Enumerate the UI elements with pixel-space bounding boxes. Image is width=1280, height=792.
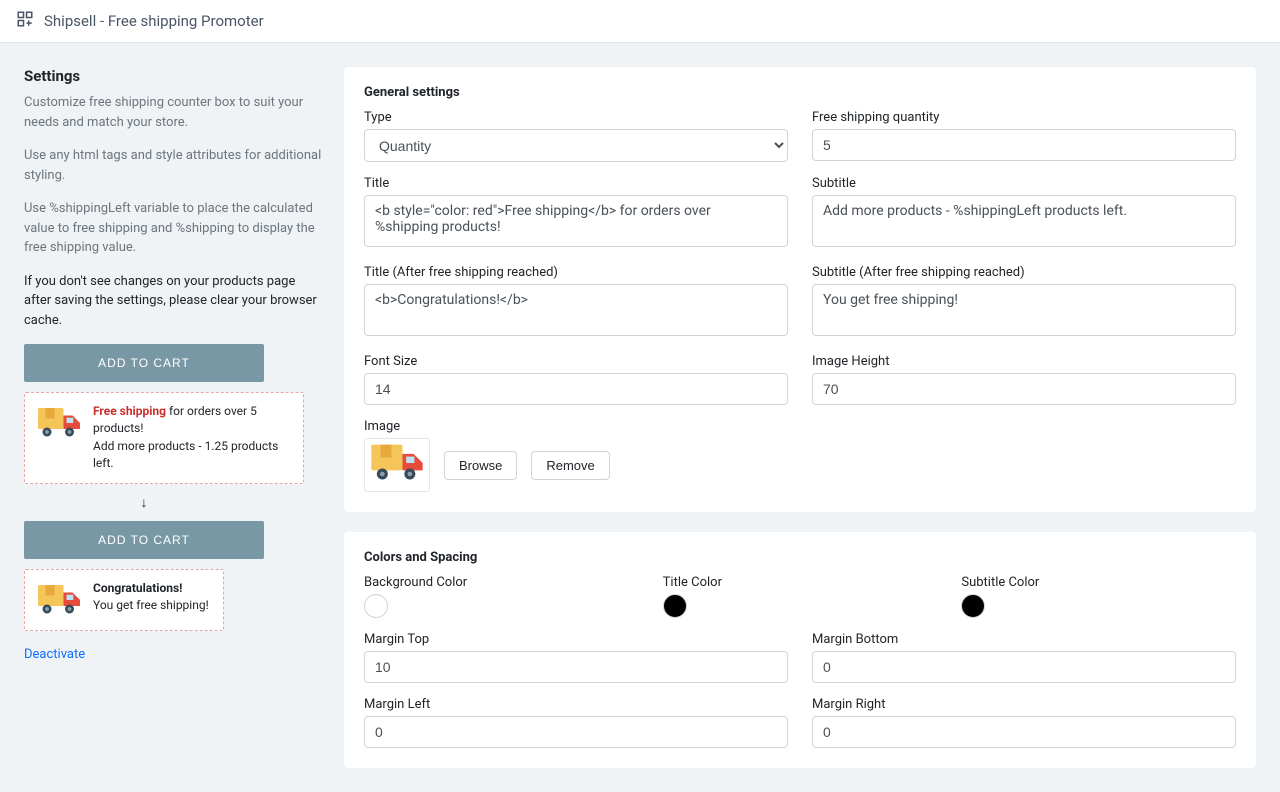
mbottom-label: Margin Bottom	[812, 632, 1236, 647]
subtitlecolor-swatch[interactable]	[961, 594, 985, 618]
title-input[interactable]: <b style="color: red">Free shipping</b> …	[364, 195, 788, 247]
arrow-down-icon: ↓	[24, 494, 264, 511]
imgheight-label: Image Height	[812, 354, 1236, 369]
subtitle-after-input[interactable]: You get free shipping!	[812, 284, 1236, 336]
mright-input[interactable]	[812, 716, 1236, 748]
truck-icon	[35, 403, 83, 443]
preview-before: Free shipping for orders over 5 products…	[24, 392, 304, 484]
subtitlecolor-label: Subtitle Color	[961, 575, 1236, 590]
remove-button[interactable]: Remove	[531, 451, 609, 480]
mtop-input[interactable]	[364, 651, 788, 683]
bgcolor-swatch[interactable]	[364, 594, 388, 618]
type-label: Type	[364, 110, 788, 125]
fontsize-input[interactable]	[364, 373, 788, 405]
bgcolor-label: Background Color	[364, 575, 639, 590]
app-grid-icon	[16, 10, 34, 32]
title-label: Title	[364, 176, 788, 191]
general-settings-card: General settings Type Quantity Free ship…	[344, 67, 1256, 512]
mleft-input[interactable]	[364, 716, 788, 748]
colors-heading: Colors and Spacing	[364, 550, 1236, 565]
browse-button[interactable]: Browse	[444, 451, 517, 480]
settings-desc-3: Use %shippingLeft variable to place the …	[24, 199, 324, 258]
add-to-cart-button[interactable]: ADD TO CART	[24, 344, 264, 382]
settings-desc-2: Use any html tags and style attributes f…	[24, 146, 324, 185]
qty-label: Free shipping quantity	[812, 110, 1236, 125]
mright-label: Margin Right	[812, 697, 1236, 712]
mbottom-input[interactable]	[812, 651, 1236, 683]
title-after-label: Title (After free shipping reached)	[364, 265, 788, 280]
settings-heading: Settings	[24, 67, 324, 85]
image-label: Image	[364, 419, 1236, 434]
mtop-label: Margin Top	[364, 632, 788, 647]
preview-after-text: Congratulations! You get free shipping!	[93, 580, 209, 615]
preview-before-text: Free shipping for orders over 5 products…	[93, 403, 293, 473]
qty-input[interactable]	[812, 129, 1236, 161]
subtitle-after-label: Subtitle (After free shipping reached)	[812, 265, 1236, 280]
mleft-label: Margin Left	[364, 697, 788, 712]
titlecolor-swatch[interactable]	[663, 594, 687, 618]
titlecolor-label: Title Color	[663, 575, 938, 590]
sidebar: Settings Customize free shipping counter…	[24, 67, 324, 662]
general-heading: General settings	[364, 85, 1236, 100]
type-select[interactable]: Quantity	[364, 129, 788, 162]
subtitle-label: Subtitle	[812, 176, 1236, 191]
settings-desc-4: If you don't see changes on your product…	[24, 272, 324, 331]
colors-spacing-card: Colors and Spacing Background Color Titl…	[344, 532, 1256, 768]
fontsize-label: Font Size	[364, 354, 788, 369]
page-title: Shipsell - Free shipping Promoter	[44, 12, 264, 30]
imgheight-input[interactable]	[812, 373, 1236, 405]
title-after-input[interactable]: <b>Congratulations!</b>	[364, 284, 788, 336]
truck-icon	[35, 580, 83, 620]
add-to-cart-button-2[interactable]: ADD TO CART	[24, 521, 264, 559]
preview-after: Congratulations! You get free shipping!	[24, 569, 224, 631]
topbar: Shipsell - Free shipping Promoter	[0, 0, 1280, 43]
deactivate-link[interactable]: Deactivate	[24, 647, 85, 662]
truck-icon	[367, 441, 427, 485]
settings-desc-1: Customize free shipping counter box to s…	[24, 93, 324, 132]
subtitle-input[interactable]: Add more products - %shippingLeft produc…	[812, 195, 1236, 247]
image-thumb	[364, 438, 430, 492]
